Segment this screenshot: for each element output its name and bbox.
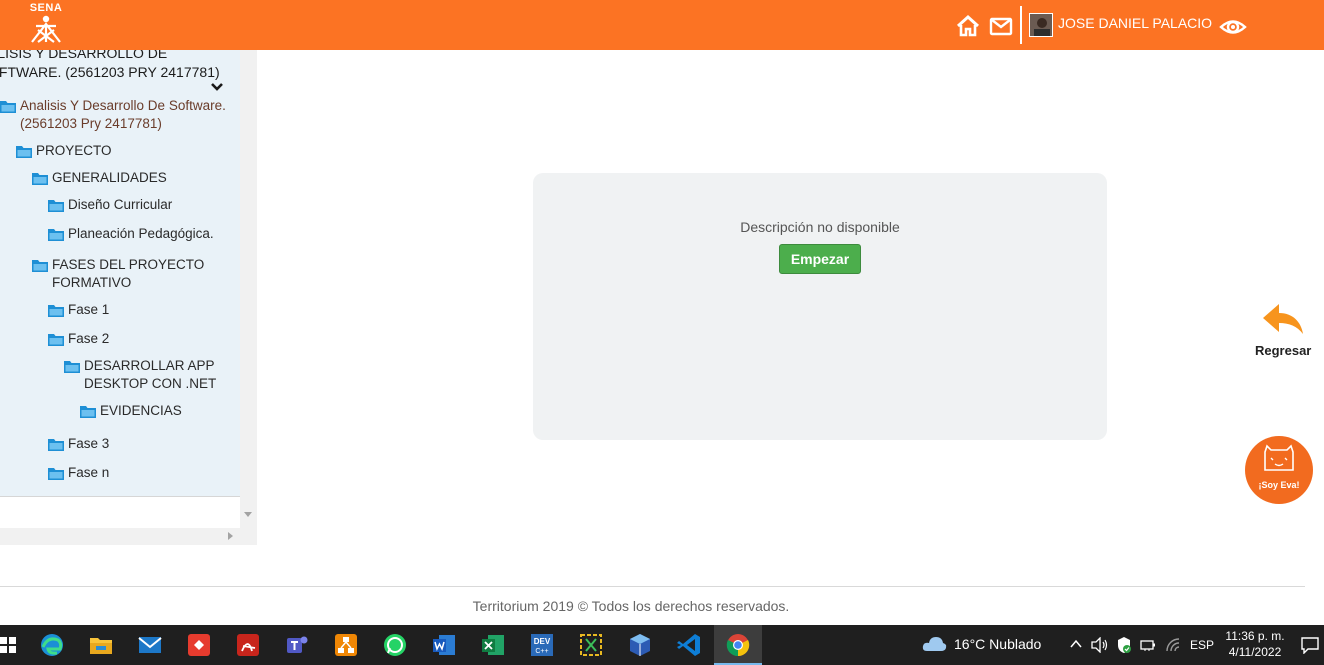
- tree-label: Planeación Pedagógica.: [68, 226, 214, 241]
- tree-node-fase-1[interactable]: Fase 1: [48, 301, 238, 319]
- tree-label: Analisis Y Desarrollo De Software. (25612…: [20, 98, 226, 131]
- eva-robot-icon: [1264, 444, 1294, 471]
- folder-icon: [32, 260, 48, 272]
- user-name[interactable]: JOSE DANIEL PALACIO: [1058, 15, 1212, 31]
- tree-node-evidencias[interactable]: EVIDENCIAS: [80, 402, 240, 420]
- teams-icon[interactable]: [283, 631, 311, 659]
- tree-label: Fase 2: [68, 331, 110, 346]
- vscode-icon[interactable]: [675, 631, 703, 659]
- dev-cpp-icon[interactable]: DEV C++: [528, 631, 556, 659]
- folder-icon: [48, 200, 64, 212]
- avatar[interactable]: [1029, 13, 1053, 37]
- language-indicator[interactable]: ESP: [1190, 637, 1214, 653]
- svg-text:C++: C++: [535, 648, 548, 655]
- chevron-down-icon[interactable]: [210, 80, 224, 94]
- course-tree-panel[interactable]: ALISIS Y DESARROLLO DE OFTWARE. (2561203…: [0, 50, 240, 496]
- folder-icon: [80, 406, 96, 418]
- tree-node-fases[interactable]: FASES DEL PROYECTO FORMATIVO: [32, 256, 232, 294]
- tree-node-fase-3[interactable]: Fase 3: [48, 435, 238, 453]
- clock-date: 4/11/2022: [1228, 645, 1282, 659]
- course-title: ALISIS Y DESARROLLO DE OFTWARE. (2561203…: [0, 50, 228, 82]
- course-title-line1: ALISIS Y DESARROLLO DE: [0, 50, 168, 61]
- back-arrow-icon: [1263, 304, 1303, 334]
- tree-label: EVIDENCIAS: [100, 403, 182, 418]
- tree-label: Fase n: [68, 465, 110, 480]
- tree-label: GENERALIDADES: [52, 170, 167, 185]
- tree-label: DESARROLLAR APP DESKTOP CON .NET: [84, 358, 217, 391]
- chevron-up-icon[interactable]: [1069, 638, 1083, 650]
- page: SENA JOSE DANIEL PALACIO ALISIS Y DESARR…: [0, 0, 1324, 665]
- activity-card: Descripción no disponible Empezar: [533, 173, 1107, 440]
- tree-node-generalidades[interactable]: GENERALIDADES: [32, 169, 232, 187]
- security-shield-icon[interactable]: [1116, 636, 1132, 654]
- top-header: SENA JOSE DANIEL PALACIO: [0, 0, 1324, 50]
- virtualbox-icon[interactable]: [626, 631, 654, 659]
- excel-icon[interactable]: [479, 631, 507, 659]
- tree-label: Fase 1: [68, 302, 110, 317]
- tree-label: Diseño Curricular: [68, 197, 173, 212]
- folder-icon: [48, 468, 64, 480]
- mail-app-icon[interactable]: [136, 631, 164, 659]
- eye-icon[interactable]: [1218, 14, 1248, 38]
- file-explorer-icon[interactable]: [87, 631, 115, 659]
- folder-icon: [32, 173, 48, 185]
- tree-node-fase-2[interactable]: Fase 2: [48, 330, 238, 348]
- windows-icon[interactable]: [0, 631, 22, 659]
- scroll-down-arrow-icon[interactable]: [244, 512, 252, 517]
- cloud-icon[interactable]: [921, 633, 947, 655]
- tree-label: FASES DEL PROYECTO FORMATIVO: [52, 257, 205, 290]
- eva-assistant-button[interactable]: ¡Soy Eva!: [1245, 436, 1313, 504]
- course-sidebar: ALISIS Y DESARROLLO DE OFTWARE. (2561203…: [0, 50, 257, 545]
- snipping-tool-icon[interactable]: [577, 631, 605, 659]
- footer-divider: [0, 586, 1305, 587]
- folder-icon: [64, 361, 80, 373]
- activity-description: Descripción no disponible: [740, 219, 900, 235]
- back-button[interactable]: Regresar: [1255, 300, 1319, 360]
- tree-node-planeacion[interactable]: Planeación Pedagógica.: [48, 225, 238, 243]
- clock-time: 11:36 p. m.: [1225, 629, 1285, 643]
- back-label: Regresar: [1255, 343, 1312, 358]
- eva-label: ¡Soy Eva!: [1258, 480, 1300, 490]
- folder-icon: [16, 146, 32, 158]
- folder-icon: [48, 229, 64, 241]
- battery-icon[interactable]: [1140, 638, 1156, 652]
- word-icon[interactable]: [430, 631, 458, 659]
- mail-icon[interactable]: [989, 14, 1015, 38]
- sena-logo[interactable]: SENA: [24, 2, 68, 46]
- wifi-icon[interactable]: [1165, 637, 1181, 653]
- home-icon[interactable]: [955, 14, 981, 38]
- clock[interactable]: 11:36 p. m. 4/11/2022: [1222, 628, 1288, 660]
- footer-text: Territorium 2019 © Todos los derechos re…: [472, 598, 790, 614]
- whatsapp-icon[interactable]: [381, 631, 409, 659]
- notifications-icon[interactable]: [1300, 636, 1320, 654]
- acrobat-icon[interactable]: [234, 631, 262, 659]
- draw-io-icon[interactable]: [332, 631, 360, 659]
- start-button[interactable]: Empezar: [779, 244, 861, 274]
- weather-text[interactable]: 16°C Nublado: [954, 636, 1041, 652]
- vertical-scrollbar[interactable]: [240, 50, 257, 528]
- tree-node-fase-n[interactable]: Fase n: [48, 464, 238, 482]
- chrome-icon[interactable]: [724, 631, 752, 659]
- speaker-icon[interactable]: [1090, 637, 1108, 653]
- tree-node-diseno-curricular[interactable]: Diseño Curricular: [48, 196, 238, 214]
- horizontal-scrollbar[interactable]: [0, 528, 240, 545]
- windows-taskbar: DEV C++ 16°C Nublado ESP 11:36 p. m. 4/11…: [0, 625, 1324, 665]
- scroll-right-arrow-icon[interactable]: [228, 532, 233, 540]
- tree-label: PROYECTO: [36, 143, 112, 158]
- edge-icon[interactable]: [38, 631, 66, 659]
- folder-icon: [48, 334, 64, 346]
- tree-node-course[interactable]: Analisis Y Desarrollo De Software. (25612…: [0, 97, 240, 135]
- folder-icon: [48, 439, 64, 451]
- tree-label: Fase 3: [68, 436, 110, 451]
- tree-node-proyecto[interactable]: PROYECTO: [16, 142, 216, 160]
- sidebar-bottom-area: [0, 496, 240, 528]
- anydesk-icon[interactable]: [185, 631, 213, 659]
- tree-node-desarrollar-app[interactable]: DESARROLLAR APP DESKTOP CON .NET: [64, 357, 240, 395]
- svg-text:DEV: DEV: [534, 637, 551, 646]
- course-title-line2: OFTWARE. (2561203 PRY 2417781): [0, 64, 220, 80]
- folder-icon: [48, 305, 64, 317]
- header-divider: [1020, 6, 1022, 44]
- folder-icon: [0, 101, 16, 113]
